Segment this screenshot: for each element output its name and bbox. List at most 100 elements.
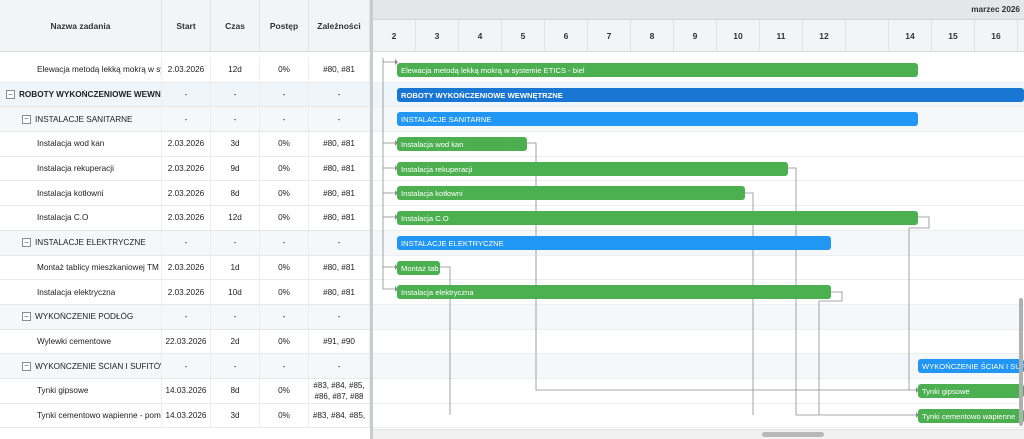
task-duration: -	[211, 82, 260, 107]
task-row[interactable]: Instalacja C.O 2.03.2026 12d 0% #80, #81	[0, 206, 370, 231]
task-grid: Nazwa zadania Start Czas Postęp Zależnoś…	[0, 0, 370, 439]
column-header-start[interactable]: Start	[162, 0, 211, 52]
task-row[interactable]: Montaż tablicy mieszkaniowej TM 2.03.202…	[0, 255, 370, 281]
task-dependencies: -	[309, 82, 370, 107]
task-row[interactable]: Wylewki cementowe 22.03.2026 2d 0% #91, …	[0, 329, 370, 355]
task-duration: 8d	[211, 378, 260, 403]
day-label: 5	[502, 20, 545, 52]
horizontal-scrollbar[interactable]	[373, 429, 1024, 439]
day-label: 14	[889, 20, 932, 52]
task-progress: 0%	[260, 403, 309, 428]
group-bar[interactable]: WYKOŃCZENIE ŚCIAN I SUFITÓW	[918, 359, 1024, 373]
task-bar[interactable]: Elewacja metodą lekką mokrą w systemie E…	[397, 63, 918, 77]
collapse-toggle-icon[interactable]: −	[6, 90, 15, 100]
task-row[interactable]: Tynki cementowo wapienne - pom. mokre 14…	[0, 403, 370, 429]
task-bar[interactable]: Tynki gipsowe	[918, 384, 1024, 398]
task-duration: 3d	[211, 403, 260, 428]
task-row[interactable]: Instalacja elektryczna 2.03.2026 10d 0% …	[0, 280, 370, 305]
day-label: 7	[588, 20, 631, 52]
task-progress: 0%	[260, 378, 309, 403]
column-header-dependencies[interactable]: Zależności	[309, 0, 370, 52]
task-bar[interactable]: Instalacja wod kan	[397, 137, 527, 151]
collapse-toggle-icon[interactable]: −	[22, 361, 31, 371]
task-duration: 2d	[211, 329, 260, 354]
task-row-group[interactable]: − WYKOŃCZENIE ŚCIAN I SUFITÓW - - - -	[0, 354, 370, 379]
day-label: 15	[932, 20, 975, 52]
task-duration: -	[211, 230, 260, 255]
task-dependencies: -	[309, 304, 370, 329]
task-progress: 0%	[260, 206, 309, 230]
task-start: -	[162, 354, 211, 378]
task-bar[interactable]: Tynki cementowo wapienne	[918, 409, 1024, 423]
task-duration: 1d	[211, 255, 260, 280]
day-label: 9	[674, 20, 717, 52]
day-label-hidden	[846, 20, 889, 52]
task-start: 2.03.2026	[162, 156, 211, 181]
task-start: 2.03.2026	[162, 255, 211, 280]
timeline-day-header: 2 3 4 5 6 7 8 9 10 11 12 14 15 16	[373, 20, 1024, 52]
collapse-toggle-icon[interactable]: −	[22, 114, 31, 124]
timeline-row	[373, 305, 1024, 330]
task-bar[interactable]: Instalacja C.O	[397, 211, 918, 225]
task-start: 2.03.2026	[162, 58, 211, 82]
task-name-cell: Wylewki cementowe	[0, 329, 162, 354]
day-label: 12	[803, 20, 846, 52]
task-start: 2.03.2026	[162, 280, 211, 304]
group-bar[interactable]: ROBOTY WYKOŃCZENIOWE WEWNĘTRZNE	[397, 88, 1024, 102]
column-header-duration[interactable]: Czas	[211, 0, 260, 52]
task-progress: 0%	[260, 132, 309, 156]
task-row[interactable]: Instalacja wod kan 2.03.2026 3d 0% #80, …	[0, 132, 370, 157]
task-bar[interactable]: Instalacja elektryczna	[397, 285, 831, 299]
day-label: 8	[631, 20, 674, 52]
task-row-group[interactable]: − WYKOŃCZENIE PODŁÓG - - - -	[0, 304, 370, 330]
task-name: Wylewki cementowe	[37, 336, 112, 346]
month-label: marzec 2026	[971, 5, 1020, 14]
task-dependencies: #83, #84, #85, #86, #87, #88	[309, 378, 370, 403]
task-progress: -	[260, 82, 309, 107]
horizontal-scrollbar-thumb[interactable]	[762, 432, 824, 437]
task-row-group[interactable]: − INSTALACJE ELEKTRYCZNE - - - -	[0, 230, 370, 256]
task-name: Elewacja metodą lekką mokrą w systemie E…	[37, 65, 161, 75]
collapse-toggle-icon[interactable]: −	[22, 312, 31, 322]
task-row-group[interactable]: − INSTALACJE SANITARNE - - - -	[0, 107, 370, 133]
task-dependencies: #91, #90	[309, 329, 370, 354]
task-name: Instalacja rekuperacji	[37, 164, 114, 174]
task-row[interactable]: Instalacja rekuperacji 2.03.2026 9d 0% #…	[0, 156, 370, 182]
task-duration: -	[211, 354, 260, 378]
task-progress: -	[260, 354, 309, 378]
day-label: 10	[717, 20, 760, 52]
task-start: -	[162, 82, 211, 107]
task-name: Instalacja kotłowni	[37, 188, 104, 198]
column-header-name[interactable]: Nazwa zadania	[0, 0, 162, 52]
task-duration: 10d	[211, 280, 260, 304]
task-row[interactable]: Elewacja metodą lekką mokrą w systemie E…	[0, 58, 370, 83]
task-progress: 0%	[260, 255, 309, 280]
task-name: Tynki cementowo wapienne - pom. mokre	[37, 410, 161, 420]
column-header-progress[interactable]: Postęp	[260, 0, 309, 52]
task-progress: -	[260, 304, 309, 329]
task-name-cell: Tynki gipsowe	[0, 378, 162, 403]
task-row-group[interactable]: −ROBOTY WYKOŃCZENIOWE WEWNĘTRZNE - - - -	[0, 82, 370, 108]
task-dependencies: -	[309, 230, 370, 255]
task-start: 14.03.2026	[162, 378, 211, 403]
task-dependencies: -	[309, 107, 370, 132]
group-bar[interactable]: INSTALACJE SANITARNE	[397, 112, 918, 126]
task-row[interactable]: Instalacja kotłowni 2.03.2026 8d 0% #80,…	[0, 181, 370, 207]
task-name-cell: − INSTALACJE ELEKTRYCZNE	[0, 230, 162, 255]
task-row[interactable]: Tynki gipsowe 14.03.2026 8d 0% #83, #84,…	[0, 378, 370, 404]
vertical-scrollbar-thumb[interactable]	[1019, 298, 1023, 426]
task-name: Instalacja wod kan	[37, 139, 105, 149]
task-name: INSTALACJE ELEKTRYCZNE	[35, 238, 146, 248]
task-bar[interactable]: Montaż tab	[397, 261, 440, 275]
vertical-scrollbar[interactable]	[1018, 58, 1024, 429]
gantt-chart-app: Nazwa zadania Start Czas Postęp Zależnoś…	[0, 0, 1024, 439]
task-bar[interactable]: Instalacja rekuperacji	[397, 162, 788, 176]
collapse-toggle-icon[interactable]: −	[22, 238, 31, 248]
day-label: 6	[545, 20, 588, 52]
task-bar[interactable]: Instalacja kotłowni	[397, 186, 745, 200]
task-progress: 0%	[260, 280, 309, 304]
group-bar[interactable]: INSTALACJE ELEKTRYCZNE	[397, 236, 831, 250]
timeline-month-header: marzec 2026	[373, 0, 1024, 20]
task-name-cell: Instalacja elektryczna	[0, 280, 162, 304]
task-start: -	[162, 107, 211, 132]
